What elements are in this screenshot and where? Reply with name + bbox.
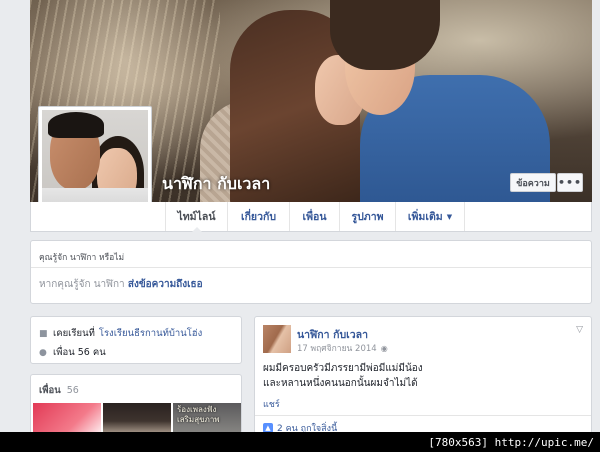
intro-studied-label: เคยเรียนที่ <box>53 328 95 339</box>
globe-icon: ◉ <box>380 343 388 353</box>
page-margin-left <box>0 0 30 452</box>
intro-friends: ● เพื่อน 56 คน <box>39 345 106 360</box>
graduation-cap-icon: ■ <box>39 328 48 339</box>
intro-education: ■ เคยเรียนที่ โรงเรียนธีรกานท์บ้านโฮ่ง <box>39 326 202 341</box>
send-message-link[interactable]: ส่งข้อความถึงเธอ <box>128 279 203 290</box>
friends-box: เพื่อน 56 ร้องเพลงฟัง เสริมสุขภาพ <box>30 374 242 434</box>
more-options-button[interactable]: ••• <box>557 173 583 192</box>
friend-thumbnail-caption-line1: ร้องเพลงฟัง <box>177 405 217 414</box>
friends-icon: ● <box>39 347 47 358</box>
post-meta: 17 พฤศจิกายน 2014 ◉ <box>297 341 388 355</box>
message-button[interactable]: ข้อความ <box>510 173 556 192</box>
post-text-line1: ผมมีครอบครัวมีภรรยามีพ่อมีแม่มีน้อง <box>263 363 423 374</box>
friend-thumbnail[interactable]: ร้องเพลงฟัง เสริมสุขภาพ <box>173 403 241 433</box>
know-box-title: คุณรู้จัก นาฬิกา หรือไม่ <box>39 253 125 263</box>
divider <box>255 415 591 416</box>
friends-box-count: 56 <box>66 385 79 396</box>
page-margin-right <box>592 0 600 452</box>
friend-thumbnail-caption: ร้องเพลงฟัง เสริมสุขภาพ <box>177 405 220 425</box>
intro-friends-label[interactable]: เพื่อน 56 คน <box>53 345 106 360</box>
cover-boy-hair <box>330 0 440 70</box>
tab-timeline[interactable]: ไทม์ไลน์ <box>165 202 227 232</box>
tab-photos-label: รูปภาพ <box>351 211 384 223</box>
know-box-prefix: หากคุณรู้จัก นาฬิกา <box>39 279 125 290</box>
post-text-line2: และหลานหนึ่งคนนอกนั้นผมจำไม่ได้ <box>263 378 418 389</box>
tab-friends[interactable]: เพื่อน <box>289 202 339 231</box>
tab-about-label: เกี่ยวกับ <box>240 211 277 223</box>
know-box-text: หากคุณรู้จัก นาฬิกา ส่งข้อความถึงเธอ <box>39 277 203 292</box>
friend-thumbnail-caption-line2: เสริมสุขภาพ <box>177 415 220 424</box>
profile-picture-image <box>42 110 148 214</box>
tab-timeline-label: ไทม์ไลน์ <box>177 211 216 223</box>
friends-box-title: เพื่อน <box>39 385 61 396</box>
caret-down-icon: ▼ <box>446 212 453 221</box>
tab-more-label: เพิ่มเติม <box>407 211 443 223</box>
friends-box-header[interactable]: เพื่อน 56 <box>39 383 79 398</box>
tab-photos[interactable]: รูปภาพ <box>339 202 395 231</box>
intro-box: ■ เคยเรียนที่ โรงเรียนธีรกานท์บ้านโฮ่ง ●… <box>30 316 242 364</box>
tab-about[interactable]: เกี่ยวกับ <box>227 202 289 231</box>
friend-thumbnail[interactable] <box>103 403 171 433</box>
profile-nav: ไทม์ไลน์ เกี่ยวกับ เพื่อน รูปภาพ เพิ่มเต… <box>30 202 592 232</box>
school-link[interactable]: โรงเรียนธีรกานท์บ้านโฮ่ง <box>99 326 202 341</box>
tab-friends-label: เพื่อน <box>302 211 327 223</box>
post-author-avatar[interactable] <box>263 325 291 353</box>
chevron-down-icon[interactable]: ▽ <box>576 325 583 335</box>
profile-name[interactable]: นาฬิกา กับเวลา <box>162 172 270 197</box>
know-box: คุณรู้จัก นาฬิกา หรือไม่ หากคุณรู้จัก นา… <box>30 240 592 304</box>
tab-more[interactable]: เพิ่มเติม ▼ <box>395 202 465 231</box>
share-link[interactable]: แชร์ <box>263 397 280 411</box>
divider <box>31 267 591 268</box>
post-text: ผมมีครอบครัวมีภรรยามีพ่อมีแม่มีน้อง และห… <box>263 361 423 391</box>
friend-thumbnail[interactable] <box>33 403 101 433</box>
post-date[interactable]: 17 พฤศจิกายน 2014 <box>297 341 377 355</box>
timeline-post: นาฬิกา กับเวลา 17 พฤศจิกายน 2014 ◉ ▽ ผมม… <box>254 316 592 434</box>
pp-hair-boy <box>48 112 104 138</box>
image-watermark: [780x563] http://upic.me/ <box>0 432 600 452</box>
